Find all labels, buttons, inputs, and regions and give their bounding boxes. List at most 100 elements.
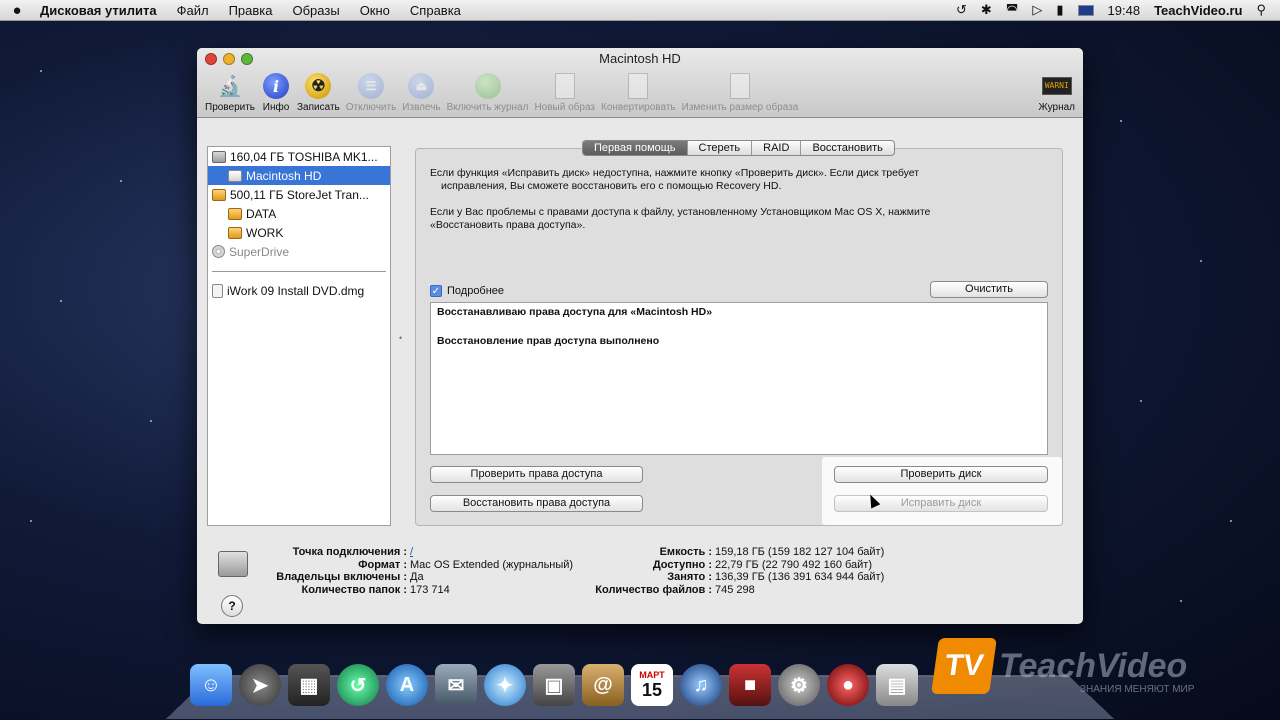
info-key: Формат : <box>257 559 407 572</box>
info-row: Формат : Mac OS Extended (журнальный) <box>257 559 573 572</box>
time-machine-dock-icon[interactable]: ↺ <box>337 664 379 706</box>
bluetooth-icon[interactable]: ✱ <box>981 2 992 18</box>
info-key: Занято : <box>567 571 712 584</box>
unmount-toolbar-button[interactable]: ☰ Отключить <box>346 72 397 113</box>
battery-icon[interactable]: ▮ <box>1056 2 1063 18</box>
checkmark-icon: ✓ <box>430 285 442 297</box>
sidebar-item-storejet[interactable]: 500,11 ГБ StoreJet Tran... <box>208 185 390 204</box>
verify-permissions-button[interactable]: Проверить права доступа <box>430 466 643 483</box>
microscope-icon: 🔬 <box>215 72 245 100</box>
verify-disk-button[interactable]: Проверить диск <box>834 466 1048 483</box>
mission-control-icon[interactable]: ▦ <box>288 664 330 706</box>
log-line: Восстановление прав доступа выполнено <box>437 334 1041 348</box>
convert-toolbar-button[interactable]: Конвертировать <box>601 72 676 113</box>
sidebar-item-toshiba[interactable]: 160,04 ГБ TOSHIBA MK1... <box>208 147 390 166</box>
spotlight-icon[interactable]: ⚲ <box>1256 2 1266 18</box>
info-toolbar-button[interactable]: i Инфо <box>261 72 291 113</box>
new-image-toolbar-button[interactable]: Новый образ <box>534 72 595 113</box>
facetime-icon[interactable]: ▣ <box>533 664 575 706</box>
info-key: Количество файлов : <box>567 584 712 597</box>
teachvideo-logo: TV <box>931 638 997 694</box>
menu-file[interactable]: Файл <box>167 3 219 18</box>
launchpad-icon[interactable]: ➤ <box>239 664 281 706</box>
time-machine-icon[interactable]: ↺ <box>956 2 967 18</box>
calendar-day: 15 <box>642 680 662 701</box>
sidebar-item-superdrive[interactable]: SuperDrive <box>208 242 390 261</box>
help-text-line: Если у Вас проблемы с правами доступа к … <box>430 206 1020 219</box>
eject-toolbar-button[interactable]: ⏏ Извлечь <box>402 72 440 113</box>
wifi-icon[interactable]: ◚ <box>1006 2 1019 18</box>
verify-toolbar-button[interactable]: 🔬 Проверить <box>205 72 255 113</box>
disk-utility-window: Macintosh HD 🔬 Проверить i Инфо ☢ Записа… <box>197 48 1083 624</box>
disk-utility-dock-icon[interactable]: ▤ <box>876 664 918 706</box>
dock: ☺ ➤ ▦ ↺ A ✉ ✦ ▣ @ МАРТ 15 ♫ ■ ⚙ ● ▤ <box>190 664 918 706</box>
optical-drive-icon <box>212 245 225 258</box>
teachvideo-text: TeachVideo <box>999 647 1187 686</box>
info-value: Да <box>407 571 424 584</box>
external-volume-icon <box>228 227 242 239</box>
sidebar-item-label: SuperDrive <box>229 245 289 259</box>
repair-permissions-button[interactable]: Восстановить права доступа <box>430 495 643 512</box>
calendar-icon[interactable]: МАРТ 15 <box>631 664 673 706</box>
menu-help[interactable]: Справка <box>400 3 471 18</box>
apple-menu-icon[interactable]: ● <box>0 2 34 19</box>
help-text-line: Если функция «Исправить диск» недоступна… <box>430 167 1020 180</box>
log-icon-text: WARNI <box>1042 77 1072 95</box>
clock[interactable]: 19:48 <box>1108 3 1141 18</box>
tab-restore[interactable]: Восстановить <box>801 141 893 155</box>
enable-journaling-toolbar-button[interactable]: Включить журнал <box>447 72 529 113</box>
log-line: Восстанавливаю права доступа для «Macint… <box>437 305 1041 319</box>
convert-icon <box>623 72 653 100</box>
clear-history-button[interactable]: Очистить <box>930 281 1048 298</box>
teachvideo-slogan: ЗНАНИЯ МЕНЯЮТ МИР <box>1080 684 1194 695</box>
journal-icon <box>473 72 503 100</box>
input-source-flag-icon[interactable] <box>1078 5 1094 16</box>
safari-icon[interactable]: ✦ <box>484 664 526 706</box>
mount-point-link[interactable]: / <box>407 546 413 559</box>
resize-image-toolbar-button[interactable]: Изменить размер образа <box>682 72 799 113</box>
toolbar-label: Новый образ <box>534 102 595 113</box>
menu-edit[interactable]: Правка <box>219 3 283 18</box>
toolbar-label: Проверить <box>205 102 255 113</box>
system-preferences-icon[interactable]: ⚙ <box>778 664 820 706</box>
split-view-handle[interactable]: • <box>399 333 402 343</box>
toolbar-label: Изменить размер образа <box>682 102 799 113</box>
photo-booth-icon[interactable]: ■ <box>729 664 771 706</box>
menu-app-name[interactable]: Дисковая утилита <box>34 3 167 18</box>
show-details-checkbox[interactable]: ✓ Подробнее <box>430 285 504 297</box>
first-aid-log: Восстанавливаю права доступа для «Macint… <box>430 302 1048 455</box>
sidebar-item-work[interactable]: WORK <box>208 223 390 242</box>
sidebar-item-data[interactable]: DATA <box>208 204 390 223</box>
menu-window[interactable]: Окно <box>350 3 400 18</box>
log-toolbar-button[interactable]: WARNI Журнал <box>1039 72 1076 113</box>
user-name[interactable]: TeachVideo.ru <box>1154 3 1242 18</box>
volume-icon[interactable]: ▷ <box>1032 2 1042 18</box>
sidebar-item-iwork-dmg[interactable]: iWork 09 Install DVD.dmg <box>208 281 390 300</box>
disk-list-sidebar: 160,04 ГБ TOSHIBA MK1... Macintosh HD 50… <box>207 146 391 526</box>
info-value: 22,79 ГБ (22 790 492 160 байт) <box>712 559 872 572</box>
tab-erase[interactable]: Стереть <box>688 141 753 155</box>
log-icon: WARNI <box>1042 72 1072 100</box>
tab-raid[interactable]: RAID <box>752 141 801 155</box>
info-row: Точка подключения : / <box>257 546 573 559</box>
menu-extras: ↺ ✱ ◚ ▷ ▮ 19:48 TeachVideo.ru ⚲ <box>956 2 1280 18</box>
info-key: Емкость : <box>567 546 712 559</box>
sidebar-item-label: Macintosh HD <box>246 169 321 183</box>
help-button[interactable]: ? <box>221 595 243 617</box>
sidebar-item-label: 160,04 ГБ TOSHIBA MK1... <box>230 150 378 164</box>
dvd-player-icon[interactable]: ● <box>827 664 869 706</box>
contacts-icon[interactable]: @ <box>582 664 624 706</box>
help-text-line: «Восстановить права доступа». <box>430 219 1020 232</box>
sidebar-item-macintosh-hd[interactable]: Macintosh HD <box>208 166 390 185</box>
tab-first-aid[interactable]: Первая помощь <box>583 141 688 155</box>
finder-icon[interactable]: ☺ <box>190 664 232 706</box>
sidebar-divider <box>212 271 386 272</box>
eject-icon: ⏏ <box>406 72 436 100</box>
app-store-icon[interactable]: A <box>386 664 428 706</box>
itunes-icon[interactable]: ♫ <box>680 664 722 706</box>
info-key: Точка подключения : <box>257 546 407 559</box>
burn-toolbar-button[interactable]: ☢ Записать <box>297 72 340 113</box>
sidebar-item-label: 500,11 ГБ StoreJet Tran... <box>230 188 369 202</box>
menu-images[interactable]: Образы <box>283 3 350 18</box>
mail-icon[interactable]: ✉ <box>435 664 477 706</box>
